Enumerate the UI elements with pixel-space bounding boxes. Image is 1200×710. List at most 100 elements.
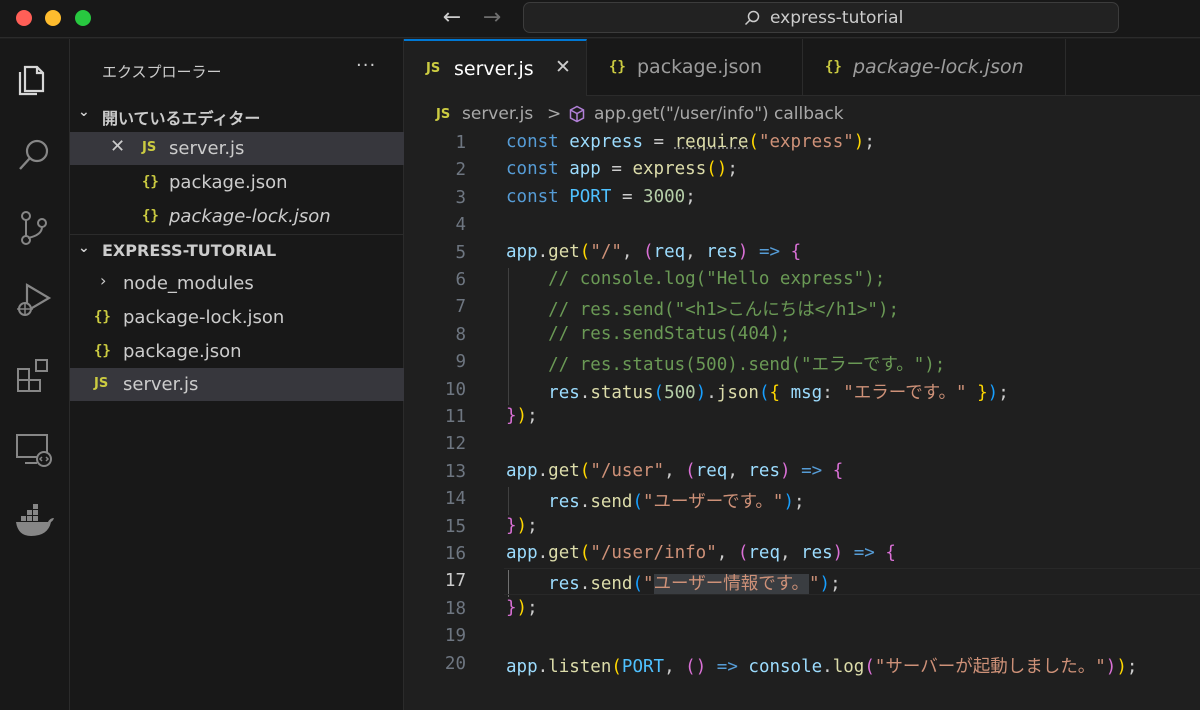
forward-arrow-icon[interactable]: → (478, 4, 506, 32)
run-debug-icon[interactable] (13, 279, 55, 321)
tab-server-js[interactable]: JS server.js ✕ (404, 39, 587, 96)
open-editor-item[interactable]: {} package.json (70, 166, 404, 199)
code-line: 14 res.send("ユーザーです。"); (404, 486, 1200, 513)
code-line: 3 const PORT = 3000; (404, 185, 1200, 212)
close-window-button[interactable] (16, 10, 32, 26)
open-editor-filename: package.json (169, 172, 288, 193)
minimize-window-button[interactable] (45, 10, 61, 26)
line-number: 10 (444, 379, 466, 400)
code-editor[interactable]: 1 const express = require("express"); 2 … (404, 130, 1200, 710)
code-text: }); (506, 597, 538, 618)
close-icon[interactable]: ✕ (555, 56, 571, 78)
code-text: res.send("ユーザー情報です。"); (548, 574, 841, 595)
open-editor-filename: package-lock.json (169, 206, 331, 227)
command-center-search[interactable]: express-tutorial (523, 2, 1119, 33)
docker-icon[interactable] (13, 501, 55, 543)
tab-label: server.js (454, 58, 534, 80)
line-number: 4 (455, 215, 466, 236)
tab-label: package-lock.json (853, 56, 1024, 78)
editor-tabs: JS server.js ✕ {} package.json {} packag… (404, 39, 1200, 96)
maximize-window-button[interactable] (75, 10, 91, 26)
code-line: 2 const app = express(); (404, 157, 1200, 184)
tree-item-folder[interactable]: › node_modules (70, 267, 404, 300)
chevron-right-icon: › (100, 271, 107, 290)
explorer-icon[interactable] (13, 59, 55, 101)
line-number: 11 (444, 407, 466, 427)
code-text: // res.status(500).send("エラーです。"); (506, 355, 946, 376)
open-editor-item[interactable]: ✕ JS server.js (70, 132, 404, 165)
code-line: 5 app.get("/", (req, res) => { (404, 240, 1200, 267)
search-icon[interactable] (13, 135, 55, 177)
tree-item-name: package-lock.json (123, 307, 285, 328)
tree-item-file[interactable]: {} package-lock.json (70, 301, 404, 334)
code-line: 15 }); (404, 514, 1200, 541)
line-number: 17 (444, 571, 466, 592)
code-line-current: 17 res.send("ユーザー情報です。"); (404, 568, 1200, 596)
open-editor-filename: server.js (169, 138, 245, 159)
code-text: res.status(500).json({ msg: "エラーです。" }); (548, 382, 1009, 403)
code-line: 16 app.get("/user/info", (req, res) => { (404, 541, 1200, 568)
line-number: 3 (455, 187, 466, 208)
tab-package-json[interactable]: {} package.json (587, 39, 803, 96)
code-line: 7 // res.send("<h1>こんにちは</h1>"); (404, 294, 1200, 321)
line-number: 16 (444, 544, 466, 564)
json-file-icon: {} (609, 59, 626, 75)
line-number: 12 (444, 434, 466, 455)
remote-explorer-icon[interactable] (13, 429, 55, 471)
line-number: 2 (455, 160, 466, 181)
code-text: const express = require("express"); (506, 132, 875, 152)
tree-item-file[interactable]: {} package.json (70, 335, 404, 368)
js-file-icon: JS (436, 107, 451, 122)
json-file-icon: {} (825, 59, 842, 75)
breadcrumb-file[interactable]: server.js (462, 104, 533, 124)
open-editor-item[interactable]: {} package-lock.json (70, 200, 404, 233)
line-number: 18 (444, 598, 466, 619)
more-actions-icon[interactable]: ··· (356, 55, 376, 76)
breadcrumb: JS server.js > app.get("/user/info") cal… (404, 96, 1200, 130)
json-file-icon: {} (142, 174, 159, 190)
open-editors-label: 開いているエディター (102, 109, 261, 128)
chevron-down-icon: ⌄ (78, 104, 90, 120)
source-control-icon[interactable] (13, 207, 55, 249)
code-text: const app = express(); (506, 159, 738, 180)
json-file-icon: {} (94, 343, 111, 359)
line-number: 1 (455, 133, 466, 153)
close-icon[interactable]: ✕ (110, 136, 125, 157)
back-arrow-icon[interactable]: ← (438, 4, 466, 32)
activity-bar (0, 39, 70, 710)
code-text: app.get("/user/info", (req, res) => { (506, 543, 896, 563)
code-line: 12 (404, 431, 1200, 458)
code-text: // console.log("Hello express"); (506, 269, 886, 289)
line-number: 6 (455, 270, 466, 290)
section-divider (70, 234, 404, 235)
json-file-icon: {} (94, 309, 111, 325)
code-line: 18 }); (404, 596, 1200, 623)
breadcrumb-symbol[interactable]: app.get("/user/info") callback (594, 104, 844, 124)
explorer-sidebar: エクスプローラー ··· ⌄ 開いているエディター ✕ JS server.js… (70, 39, 404, 710)
code-text: // res.send("<h1>こんにちは</h1>"); (506, 300, 900, 321)
json-file-icon: {} (142, 208, 159, 224)
tree-item-name: node_modules (123, 273, 254, 294)
tab-label: package.json (637, 56, 763, 78)
tree-item-file[interactable]: JS server.js (70, 368, 404, 401)
line-number: 13 (444, 461, 466, 482)
line-number: 9 (455, 352, 466, 373)
code-text: app.listen(PORT, () => console.log("サーバー… (506, 656, 1138, 677)
code-text: // res.sendStatus(404); (506, 323, 791, 344)
line-number: 20 (444, 653, 466, 674)
js-file-icon: JS (94, 376, 109, 391)
code-text: app.get("/", (req, res) => { (506, 241, 802, 262)
chevron-down-icon: ⌄ (78, 240, 90, 256)
chevron-right-icon: > (547, 104, 562, 124)
tab-package-lock-json[interactable]: {} package-lock.json (803, 39, 1066, 96)
open-editors-section[interactable]: ⌄ 開いているエディター (70, 101, 404, 129)
line-number: 19 (444, 626, 466, 647)
extensions-icon[interactable] (13, 355, 55, 397)
explorer-title: エクスプローラー (102, 63, 222, 81)
tree-item-name: package.json (123, 341, 242, 362)
line-number: 8 (455, 324, 466, 345)
project-section[interactable]: ⌄ EXPRESS-TUTORIAL (70, 237, 404, 265)
line-number: 15 (444, 516, 466, 537)
code-text: app.get("/user", (req, res) => { (506, 460, 844, 481)
search-icon (744, 10, 760, 26)
